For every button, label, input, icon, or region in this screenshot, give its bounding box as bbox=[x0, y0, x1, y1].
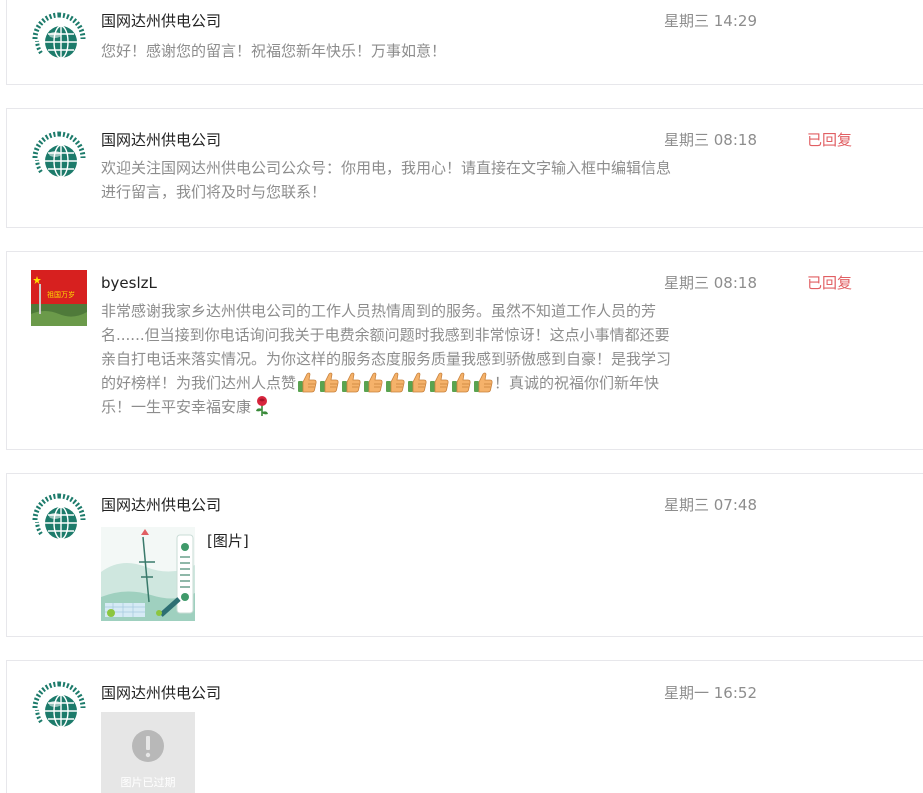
sender-name[interactable]: 国网达州供电公司 bbox=[101, 683, 221, 703]
state-grid-logo-avatar[interactable] bbox=[31, 680, 87, 736]
exclamation-icon bbox=[132, 730, 164, 762]
message-list: 国网达州供电公司 星期三 14:29 您好！感谢您的留言！祝福您新年快乐！万事如… bbox=[0, 0, 923, 793]
sender-name[interactable]: 国网达州供电公司 bbox=[101, 130, 221, 150]
thumbs-up-icon bbox=[451, 371, 471, 393]
replied-status[interactable]: 已回复 bbox=[807, 130, 852, 150]
thumbs-up-icon bbox=[385, 371, 405, 393]
message-item[interactable]: 祖国万岁 byeslzL 星期三 08:18 已回复 非常感谢我家乡达州供电公司… bbox=[6, 251, 923, 450]
message-item[interactable]: 国网达州供电公司 星期一 16:52 图片已过期 bbox=[6, 660, 923, 793]
expired-label: 图片已过期 bbox=[120, 776, 176, 789]
message-time: 星期三 07:48 bbox=[664, 496, 757, 514]
message-text: 非常感谢我家乡达州供电公司的工作人员热情周到的服务。虽然不知道工作人员的芳名..… bbox=[101, 299, 671, 419]
thumbs-up-icon bbox=[473, 371, 493, 393]
sender-name[interactable]: byeslzL bbox=[101, 273, 157, 293]
message-text: 您好！感谢您的留言！祝福您新年快乐！万事如意！ bbox=[101, 42, 447, 60]
message-time: 星期一 16:52 bbox=[664, 684, 757, 702]
replied-status[interactable]: 已回复 bbox=[807, 273, 852, 293]
image-placeholder-label: [图片] bbox=[207, 532, 249, 550]
message-time: 星期三 08:18 bbox=[664, 274, 757, 292]
sender-name[interactable]: 国网达州供电公司 bbox=[101, 11, 221, 31]
avatar-banner-text: 祖国万岁 bbox=[47, 290, 75, 299]
message-item[interactable]: 国网达州供电公司 星期三 08:18 已回复 欢迎关注国网达州供电公司公众号：你… bbox=[6, 108, 923, 228]
thumbs-up-icon bbox=[363, 371, 383, 393]
message-time: 星期三 08:18 bbox=[664, 131, 757, 149]
message-text: 欢迎关注国网达州供电公司公众号：你用电，我用心！请直接在文字输入框中编辑信息进行… bbox=[101, 159, 672, 201]
thumbs-up-icon bbox=[429, 371, 449, 393]
rose-icon bbox=[252, 395, 272, 417]
message-time: 星期三 14:29 bbox=[664, 12, 757, 30]
state-grid-logo-avatar[interactable] bbox=[31, 492, 87, 548]
sender-name[interactable]: 国网达州供电公司 bbox=[101, 495, 221, 515]
image-thumbnail[interactable] bbox=[101, 527, 195, 621]
state-grid-logo-avatar[interactable] bbox=[31, 130, 87, 186]
thumbs-up-icon bbox=[341, 371, 361, 393]
thumbs-up-icon bbox=[297, 371, 317, 393]
expired-image[interactable]: 图片已过期 bbox=[101, 712, 195, 793]
message-item[interactable]: 国网达州供电公司 星期三 07:48 [图片] bbox=[6, 473, 923, 637]
thumbs-up-icon bbox=[319, 371, 339, 393]
message-item[interactable]: 国网达州供电公司 星期三 14:29 您好！感谢您的留言！祝福您新年快乐！万事如… bbox=[6, 0, 923, 85]
state-grid-logo-avatar[interactable] bbox=[31, 11, 87, 67]
user-avatar-flag[interactable]: 祖国万岁 bbox=[31, 270, 87, 326]
thumbs-up-icon bbox=[407, 371, 427, 393]
